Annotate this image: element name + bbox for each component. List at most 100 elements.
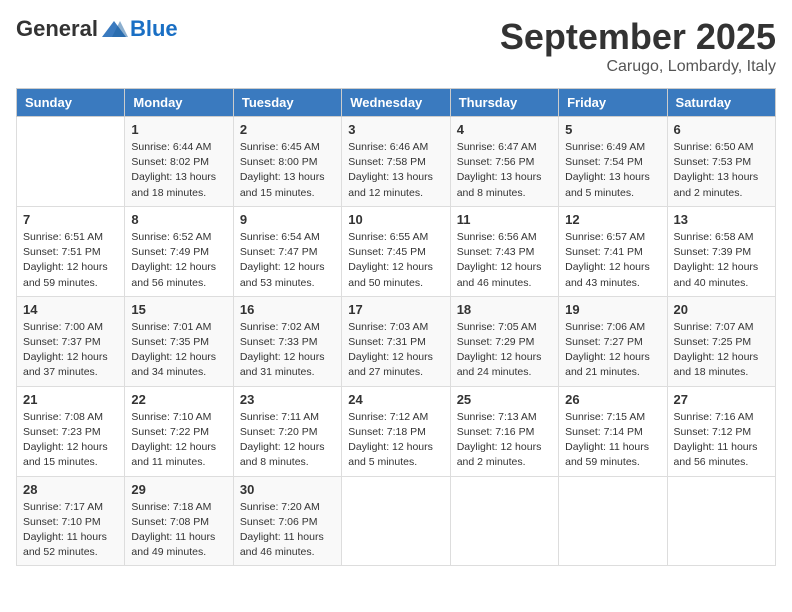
calendar-cell: 11 Sunrise: 6:56 AMSunset: 7:43 PMDayligh… [450,206,558,296]
day-number: 25 [457,392,552,407]
day-info: Sunrise: 7:17 AMSunset: 7:10 PMDaylight:… [23,500,118,561]
day-number: 6 [674,122,769,137]
calendar-cell [450,476,558,566]
day-info: Sunrise: 7:18 AMSunset: 7:08 PMDaylight:… [131,500,226,561]
day-info: Sunrise: 7:02 AMSunset: 7:33 PMDaylight:… [240,320,335,381]
week-row-3: 14 Sunrise: 7:00 AMSunset: 7:37 PMDayligh… [17,296,776,386]
day-info: Sunrise: 7:05 AMSunset: 7:29 PMDaylight:… [457,320,552,381]
day-number: 5 [565,122,660,137]
day-number: 12 [565,212,660,227]
calendar-cell [342,476,450,566]
day-number: 30 [240,482,335,497]
calendar-cell: 27Sunrise: 7:16 AMSunset: 7:12 PMDayligh… [667,386,775,476]
day-number: 19 [565,302,660,317]
day-info: Sunrise: 6:47 AMSunset: 7:56 PMDaylight:… [457,140,552,201]
day-number: 21 [23,392,118,407]
calendar-cell [17,117,125,207]
calendar-cell: 4 Sunrise: 6:47 AMSunset: 7:56 PMDaylight… [450,117,558,207]
day-info: Sunrise: 6:45 AMSunset: 8:00 PMDaylight:… [240,140,335,201]
logo-blue-text: Blue [130,16,178,42]
week-row-1: 1Sunrise: 6:44 AMSunset: 8:02 PMDaylight… [17,117,776,207]
day-number: 10 [348,212,443,227]
weekday-header-row: SundayMondayTuesdayWednesdayThursdayFrid… [17,89,776,117]
day-info: Sunrise: 7:06 AMSunset: 7:27 PMDaylight:… [565,320,660,381]
calendar-cell: 6 Sunrise: 6:50 AMSunset: 7:53 PMDaylight… [667,117,775,207]
day-number: 27 [674,392,769,407]
week-row-2: 7 Sunrise: 6:51 AMSunset: 7:51 PMDaylight… [17,206,776,296]
weekday-header-thursday: Thursday [450,89,558,117]
calendar-cell: 17 Sunrise: 7:03 AMSunset: 7:31 PMDayligh… [342,296,450,386]
logo-general-text: General [16,16,98,42]
day-number: 22 [131,392,226,407]
day-number: 24 [348,392,443,407]
calendar-cell [667,476,775,566]
calendar-cell: 28 Sunrise: 7:17 AMSunset: 7:10 PMDayligh… [17,476,125,566]
day-info: Sunrise: 6:51 AMSunset: 7:51 PMDaylight:… [23,230,118,291]
calendar-cell: 21Sunrise: 7:08 AMSunset: 7:23 PMDayligh… [17,386,125,476]
logo-icon [100,19,128,39]
calendar-table: SundayMondayTuesdayWednesdayThursdayFrid… [16,88,776,566]
weekday-header-tuesday: Tuesday [233,89,341,117]
calendar-cell: 15 Sunrise: 7:01 AMSunset: 7:35 PMDayligh… [125,296,233,386]
day-number: 7 [23,212,118,227]
day-info: Sunrise: 6:49 AMSunset: 7:54 PMDaylight:… [565,140,660,201]
location-title: Carugo, Lombardy, Italy [500,58,776,76]
calendar-cell: 16 Sunrise: 7:02 AMSunset: 7:33 PMDayligh… [233,296,341,386]
day-info: Sunrise: 7:10 AMSunset: 7:22 PMDaylight:… [131,410,226,471]
day-number: 3 [348,122,443,137]
calendar-cell: 26 Sunrise: 7:15 AMSunset: 7:14 PMDayligh… [559,386,667,476]
calendar-cell: 22 Sunrise: 7:10 AMSunset: 7:22 PMDayligh… [125,386,233,476]
day-info: Sunrise: 7:03 AMSunset: 7:31 PMDaylight:… [348,320,443,381]
calendar-cell: 19 Sunrise: 7:06 AMSunset: 7:27 PMDayligh… [559,296,667,386]
day-info: Sunrise: 6:50 AMSunset: 7:53 PMDaylight:… [674,140,769,201]
calendar-cell: 25Sunrise: 7:13 AMSunset: 7:16 PMDayligh… [450,386,558,476]
day-info: Sunrise: 6:58 AMSunset: 7:39 PMDaylight:… [674,230,769,291]
day-number: 16 [240,302,335,317]
calendar-cell: 10 Sunrise: 6:55 AMSunset: 7:45 PMDayligh… [342,206,450,296]
day-number: 4 [457,122,552,137]
weekday-header-friday: Friday [559,89,667,117]
calendar-cell: 23Sunrise: 7:11 AMSunset: 7:20 PMDayligh… [233,386,341,476]
day-number: 18 [457,302,552,317]
day-number: 8 [131,212,226,227]
day-number: 17 [348,302,443,317]
calendar-cell: 13 Sunrise: 6:58 AMSunset: 7:39 PMDayligh… [667,206,775,296]
day-number: 11 [457,212,552,227]
day-info: Sunrise: 6:46 AMSunset: 7:58 PMDaylight:… [348,140,443,201]
logo: General Blue [16,16,178,42]
day-number: 14 [23,302,118,317]
calendar-cell: 18 Sunrise: 7:05 AMSunset: 7:29 PMDayligh… [450,296,558,386]
day-info: Sunrise: 7:15 AMSunset: 7:14 PMDaylight:… [565,410,660,471]
day-info: Sunrise: 6:52 AMSunset: 7:49 PMDaylight:… [131,230,226,291]
page-header: General Blue September 2025 Carugo, Lomb… [16,16,776,76]
day-number: 29 [131,482,226,497]
calendar-cell: 5 Sunrise: 6:49 AMSunset: 7:54 PMDaylight… [559,117,667,207]
day-info: Sunrise: 6:44 AMSunset: 8:02 PMDaylight:… [131,140,226,201]
day-info: Sunrise: 6:57 AMSunset: 7:41 PMDaylight:… [565,230,660,291]
calendar-cell: 29 Sunrise: 7:18 AMSunset: 7:08 PMDayligh… [125,476,233,566]
calendar-cell: 14 Sunrise: 7:00 AMSunset: 7:37 PMDayligh… [17,296,125,386]
title-area: September 2025 Carugo, Lombardy, Italy [500,16,776,76]
calendar-cell: 30Sunrise: 7:20 AMSunset: 7:06 PMDayligh… [233,476,341,566]
day-number: 26 [565,392,660,407]
calendar-cell: 2Sunrise: 6:45 AMSunset: 8:00 PMDaylight… [233,117,341,207]
day-info: Sunrise: 6:56 AMSunset: 7:43 PMDaylight:… [457,230,552,291]
weekday-header-monday: Monday [125,89,233,117]
day-number: 9 [240,212,335,227]
day-info: Sunrise: 7:00 AMSunset: 7:37 PMDaylight:… [23,320,118,381]
calendar-cell: 1Sunrise: 6:44 AMSunset: 8:02 PMDaylight… [125,117,233,207]
calendar-cell: 24Sunrise: 7:12 AMSunset: 7:18 PMDayligh… [342,386,450,476]
calendar-cell: 7 Sunrise: 6:51 AMSunset: 7:51 PMDaylight… [17,206,125,296]
day-number: 13 [674,212,769,227]
calendar-cell: 8 Sunrise: 6:52 AMSunset: 7:49 PMDaylight… [125,206,233,296]
day-info: Sunrise: 6:55 AMSunset: 7:45 PMDaylight:… [348,230,443,291]
day-info: Sunrise: 7:01 AMSunset: 7:35 PMDaylight:… [131,320,226,381]
calendar-cell: 12 Sunrise: 6:57 AMSunset: 7:41 PMDayligh… [559,206,667,296]
day-info: Sunrise: 7:11 AMSunset: 7:20 PMDaylight:… [240,410,335,471]
day-number: 15 [131,302,226,317]
week-row-5: 28 Sunrise: 7:17 AMSunset: 7:10 PMDayligh… [17,476,776,566]
calendar-cell: 9Sunrise: 6:54 AMSunset: 7:47 PMDaylight… [233,206,341,296]
weekday-header-saturday: Saturday [667,89,775,117]
calendar-cell: 20Sunrise: 7:07 AMSunset: 7:25 PMDayligh… [667,296,775,386]
day-number: 28 [23,482,118,497]
